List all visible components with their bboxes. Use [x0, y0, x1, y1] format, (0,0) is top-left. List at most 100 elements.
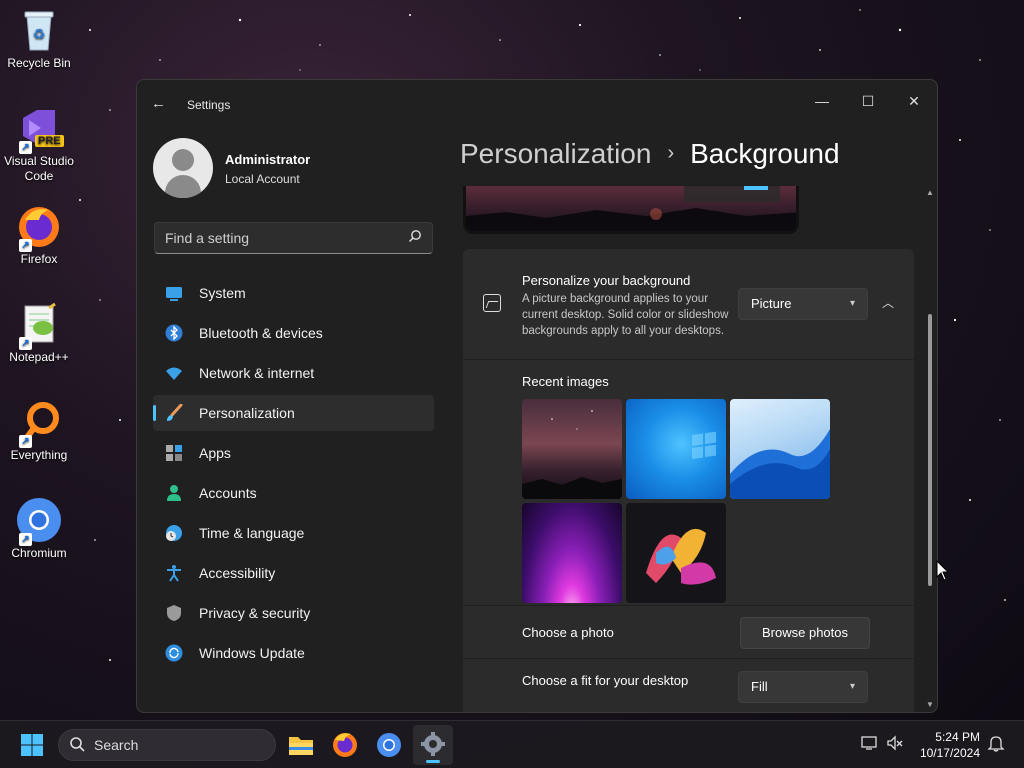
sidebar-nav: System Bluetooth & devices Network & int…: [153, 275, 434, 675]
sidebar-item-label: Bluetooth & devices: [199, 325, 323, 341]
desktop-icon-label: Chromium: [11, 546, 67, 560]
search-icon[interactable]: [408, 229, 422, 247]
recycle-bin-icon: ♻: [15, 6, 63, 54]
desktop-icon-label: Visual Studio Code: [4, 154, 74, 183]
search-icon: [69, 736, 85, 755]
sidebar-item-label: Personalization: [199, 405, 295, 421]
picture-icon: [483, 294, 501, 312]
desktop-icon-notepad-plus-plus[interactable]: ↗ Notepad++: [0, 300, 78, 365]
sidebar-item-apps[interactable]: Apps: [153, 435, 434, 471]
back-arrow-icon[interactable]: ←: [151, 94, 171, 114]
mouse-cursor-icon: [936, 560, 950, 581]
sidebar-item-label: Privacy & security: [199, 605, 311, 621]
shield-icon: [165, 604, 183, 622]
start-button[interactable]: [12, 725, 52, 765]
volume-muted-icon[interactable]: [885, 734, 905, 754]
settings-window: ← Settings — ☐ ✕ Administrator Local Acc…: [136, 79, 938, 713]
page-title: Background: [690, 138, 840, 169]
desktop-icon-label: Everything: [10, 448, 68, 462]
firefox-icon: ↗: [15, 202, 63, 252]
sidebar-item-personalization[interactable]: Personalization: [153, 395, 434, 431]
sidebar-item-system[interactable]: System: [153, 275, 434, 311]
choose-fit-row: Choose a fit for your desktop Fill ▾: [463, 659, 914, 712]
desktop-icon-label: Firefox: [20, 252, 58, 266]
scrollbar-thumb[interactable]: [928, 314, 932, 586]
scrollbar[interactable]: ▲ ▼: [925, 188, 935, 709]
visual-studio-code-icon: PRE ↗: [15, 104, 64, 154]
desktop-icon-recycle-bin[interactable]: ♻ Recycle Bin: [0, 6, 78, 71]
settings-taskbar-icon[interactable]: [413, 725, 453, 765]
shortcut-arrow-icon: ↗: [19, 435, 32, 448]
clock-time: 5:24 PM: [935, 730, 980, 744]
accounts-icon: [165, 484, 183, 502]
recent-image-purple-glow[interactable]: [522, 503, 622, 603]
clock-date: 10/17/2024: [919, 746, 980, 760]
scroll-up-arrow-icon[interactable]: ▲: [926, 188, 934, 197]
pre-badge: PRE: [35, 135, 64, 147]
fit-value: Fill: [751, 679, 768, 694]
background-type-dropdown[interactable]: Picture ▾: [738, 288, 868, 320]
network-monitor-icon[interactable]: [860, 734, 880, 754]
sidebar-item-time-language[interactable]: Time & language: [153, 515, 434, 551]
user-name: Administrator: [225, 152, 311, 167]
breadcrumb-parent[interactable]: Personalization: [460, 138, 651, 169]
sidebar-item-accounts[interactable]: Accounts: [153, 475, 434, 511]
wifi-icon: [165, 364, 183, 382]
desktop-icon-firefox[interactable]: ↗ Firefox: [0, 202, 78, 267]
desktop-icon-chromium[interactable]: ↗ Chromium: [0, 496, 78, 561]
shortcut-arrow-icon: ↗: [19, 533, 32, 546]
svg-text:♻: ♻: [33, 27, 46, 43]
avatar[interactable]: [153, 138, 213, 198]
title-bar[interactable]: ← Settings — ☐ ✕: [137, 80, 937, 128]
desktop-icon-everything[interactable]: ↗ Everything: [0, 398, 78, 463]
accessibility-icon: [165, 564, 183, 582]
desktop-icon-label: Recycle Bin: [7, 56, 71, 70]
sidebar-item-network[interactable]: Network & internet: [153, 355, 434, 391]
file-explorer-icon[interactable]: [281, 725, 321, 765]
shortcut-arrow-icon: ↗: [19, 141, 32, 154]
sidebar-item-privacy-security[interactable]: Privacy & security: [153, 595, 434, 631]
sidebar-item-bluetooth[interactable]: Bluetooth & devices: [153, 315, 434, 351]
minimize-button[interactable]: —: [799, 86, 845, 116]
chevron-up-icon[interactable]: ︿: [876, 291, 900, 315]
personalize-background-card[interactable]: Personalize your background A picture ba…: [463, 249, 914, 359]
taskbar-search[interactable]: Search: [58, 729, 276, 761]
fit-dropdown[interactable]: Fill ▾: [738, 671, 868, 703]
desktop-icon-visual-studio-code[interactable]: PRE ↗ Visual Studio Code: [0, 104, 78, 184]
notification-bell-icon[interactable]: [986, 734, 1006, 754]
sidebar-item-label: Apps: [199, 445, 231, 461]
main-content[interactable]: Personalize your background A picture ba…: [460, 186, 914, 712]
shortcut-arrow-icon: ↗: [19, 239, 32, 252]
search-input[interactable]: [165, 230, 395, 246]
desktop-preview: [463, 186, 799, 234]
bluetooth-icon: [165, 324, 183, 342]
recent-image-night-sky[interactable]: [522, 399, 622, 499]
chevron-right-icon: ›: [667, 142, 675, 164]
recent-image-colorful-bloom[interactable]: [626, 503, 726, 603]
chromium-taskbar-icon[interactable]: [369, 725, 409, 765]
sidebar-item-windows-update[interactable]: Windows Update: [153, 635, 434, 671]
sidebar-item-label: Network & internet: [199, 365, 315, 381]
taskbar-clock[interactable]: 5:24 PM 10/17/2024: [912, 729, 980, 761]
background-type-value: Picture: [751, 296, 792, 311]
desktop-icon-label: Notepad++: [9, 350, 69, 364]
recent-image-windows-blue[interactable]: [626, 399, 726, 499]
notepad-plus-plus-icon: ↗: [15, 300, 63, 350]
find-setting-search[interactable]: [154, 222, 433, 254]
scroll-down-arrow-icon[interactable]: ▼: [926, 700, 934, 709]
account-type: Local Account: [225, 172, 300, 186]
globe-clock-icon: [165, 524, 183, 542]
firefox-taskbar-icon[interactable]: [325, 725, 365, 765]
breadcrumb: Personalization › Background: [460, 138, 840, 170]
apps-icon: [165, 444, 183, 462]
recent-image-blue-wave[interactable]: [730, 399, 830, 499]
brush-icon: [165, 403, 183, 422]
personalize-title: Personalize your background: [522, 273, 691, 288]
browse-photos-button[interactable]: Browse photos: [740, 617, 870, 649]
system-icon: [165, 284, 183, 302]
sidebar-item-accessibility[interactable]: Accessibility: [153, 555, 434, 591]
close-button[interactable]: ✕: [891, 86, 937, 116]
chevron-down-icon: ▾: [849, 681, 855, 692]
recent-images-label: Recent images: [522, 374, 609, 389]
maximize-button[interactable]: ☐: [845, 86, 891, 116]
